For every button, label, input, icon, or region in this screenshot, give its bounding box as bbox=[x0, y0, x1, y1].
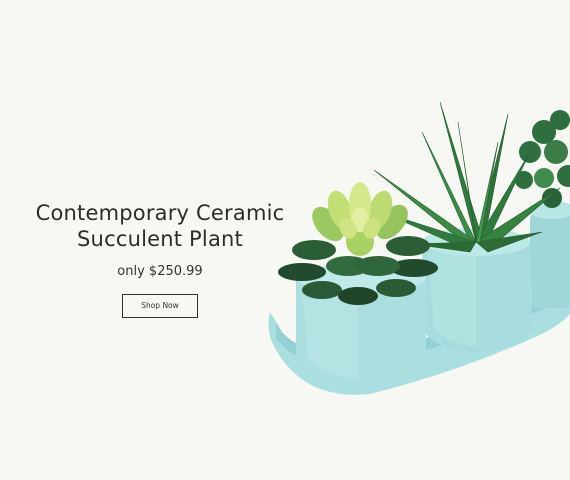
title-line-1: Contemporary Ceramic bbox=[35, 201, 285, 225]
succulent-right bbox=[515, 110, 570, 208]
title-line-2: Succulent Plant bbox=[77, 227, 243, 251]
hero-banner: Contemporary Ceramic Succulent Plant onl… bbox=[0, 0, 570, 480]
product-title: Contemporary Ceramic Succulent Plant bbox=[30, 200, 290, 252]
hero-text: Contemporary Ceramic Succulent Plant onl… bbox=[30, 200, 290, 318]
shop-now-button[interactable]: Shop Now bbox=[122, 294, 198, 318]
succulent-planter-image bbox=[268, 101, 570, 395]
product-price: only $250.99 bbox=[117, 264, 203, 279]
ceramic-pot-right bbox=[528, 201, 570, 308]
